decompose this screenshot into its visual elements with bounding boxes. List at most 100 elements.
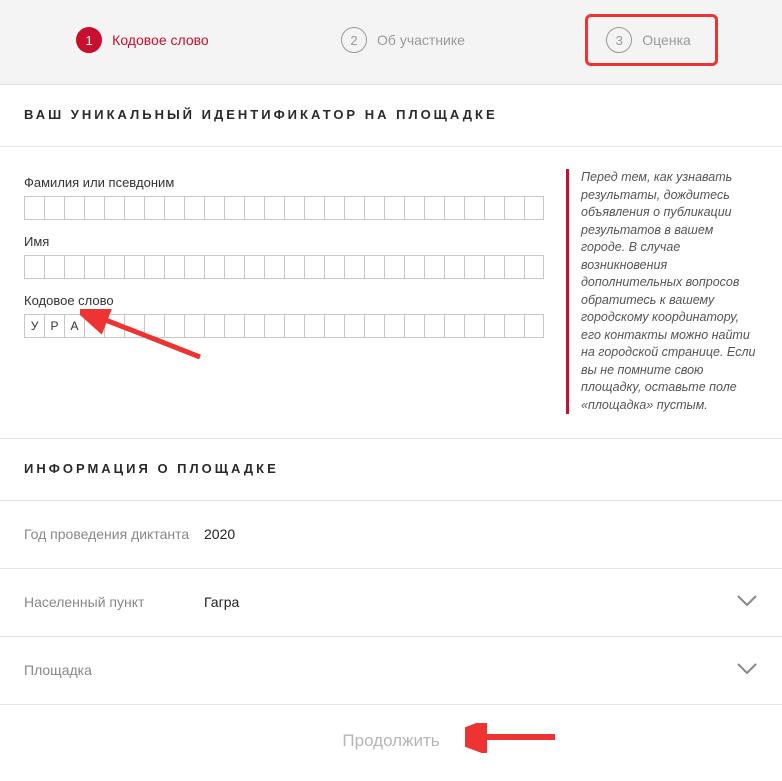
step-2-participant[interactable]: 2 Об участнике <box>329 21 477 59</box>
identifier-block: Фамилия или псевдоним Имя Кодовое слово … <box>0 147 782 439</box>
chevron-down-icon <box>736 662 758 679</box>
input-cell[interactable] <box>284 196 304 220</box>
input-cell[interactable] <box>144 196 164 220</box>
input-cell[interactable] <box>184 196 204 220</box>
input-cell[interactable] <box>464 314 484 338</box>
name-field: Имя <box>24 234 544 279</box>
input-cell[interactable] <box>384 255 404 279</box>
codeword-input[interactable]: УРА <box>24 314 544 338</box>
step-3-grade[interactable]: 3 Оценка <box>585 14 718 66</box>
input-cell[interactable] <box>104 314 124 338</box>
input-cell[interactable] <box>84 255 104 279</box>
input-cell[interactable] <box>44 196 64 220</box>
continue-button[interactable]: Продолжить <box>0 705 782 781</box>
step-1-codeword[interactable]: 1 Кодовое слово <box>64 21 221 59</box>
codeword-label: Кодовое слово <box>24 293 544 308</box>
input-cell[interactable] <box>224 314 244 338</box>
input-cell[interactable] <box>164 255 184 279</box>
input-cell[interactable] <box>84 196 104 220</box>
input-cell[interactable] <box>484 255 504 279</box>
input-cell[interactable] <box>64 255 84 279</box>
input-cell[interactable] <box>244 314 264 338</box>
input-cell[interactable] <box>404 314 424 338</box>
input-cell[interactable] <box>504 196 524 220</box>
input-cell[interactable] <box>204 314 224 338</box>
input-cell[interactable] <box>44 255 64 279</box>
input-cell[interactable] <box>324 196 344 220</box>
input-cell[interactable] <box>124 255 144 279</box>
input-cell[interactable] <box>524 255 544 279</box>
input-cell[interactable] <box>164 196 184 220</box>
input-cell[interactable] <box>524 314 544 338</box>
continue-label: Продолжить <box>342 731 439 750</box>
input-cell[interactable] <box>264 196 284 220</box>
input-cell[interactable] <box>444 255 464 279</box>
input-cell[interactable] <box>524 196 544 220</box>
input-cell[interactable] <box>124 314 144 338</box>
input-cell[interactable] <box>404 255 424 279</box>
input-cell[interactable] <box>144 314 164 338</box>
input-cell[interactable] <box>324 314 344 338</box>
surname-label: Фамилия или псевдоним <box>24 175 544 190</box>
city-row[interactable]: Населенный пункт Гагра <box>0 569 782 637</box>
input-cell[interactable] <box>304 255 324 279</box>
input-cell[interactable] <box>484 314 504 338</box>
input-cell[interactable] <box>104 255 124 279</box>
input-cell[interactable] <box>64 196 84 220</box>
input-cell[interactable] <box>164 314 184 338</box>
city-label: Населенный пункт <box>24 593 194 612</box>
input-cell[interactable] <box>244 255 264 279</box>
input-cell[interactable] <box>104 196 124 220</box>
input-cell[interactable] <box>384 196 404 220</box>
input-cell[interactable] <box>184 255 204 279</box>
input-cell[interactable] <box>344 196 364 220</box>
input-cell[interactable] <box>264 255 284 279</box>
input-cell[interactable] <box>144 255 164 279</box>
input-cell[interactable] <box>444 196 464 220</box>
input-cell[interactable] <box>424 196 444 220</box>
input-cell[interactable] <box>404 196 424 220</box>
chevron-down-icon <box>736 594 758 611</box>
input-cell[interactable] <box>24 196 44 220</box>
place-label: Площадка <box>24 661 194 680</box>
input-cell[interactable]: Р <box>44 314 64 338</box>
input-cell[interactable] <box>364 196 384 220</box>
input-cell[interactable] <box>464 196 484 220</box>
input-cell[interactable] <box>424 314 444 338</box>
input-cell[interactable] <box>364 314 384 338</box>
surname-input[interactable] <box>24 196 544 220</box>
input-cell[interactable] <box>464 255 484 279</box>
place-row[interactable]: Площадка <box>0 637 782 705</box>
input-cell[interactable] <box>444 314 464 338</box>
input-cell[interactable] <box>264 314 284 338</box>
annotation-arrow-continue <box>465 723 565 753</box>
input-cell[interactable] <box>304 314 324 338</box>
input-cell[interactable] <box>304 196 324 220</box>
input-cell[interactable] <box>244 196 264 220</box>
step-2-label: Об участнике <box>377 32 465 48</box>
input-cell[interactable] <box>204 255 224 279</box>
input-cell[interactable] <box>184 314 204 338</box>
input-cell[interactable] <box>284 314 304 338</box>
input-cell[interactable] <box>224 255 244 279</box>
input-cell[interactable] <box>384 314 404 338</box>
input-cell[interactable] <box>84 314 104 338</box>
year-label: Год проведения диктанта <box>24 525 194 544</box>
input-cell[interactable] <box>344 314 364 338</box>
input-cell[interactable] <box>484 196 504 220</box>
city-value: Гагра <box>194 594 736 610</box>
input-cell[interactable] <box>504 314 524 338</box>
input-cell[interactable] <box>124 196 144 220</box>
input-cell[interactable] <box>344 255 364 279</box>
input-cell[interactable] <box>324 255 344 279</box>
input-cell[interactable] <box>424 255 444 279</box>
input-cell[interactable] <box>364 255 384 279</box>
input-cell[interactable] <box>204 196 224 220</box>
input-cell[interactable] <box>224 196 244 220</box>
input-cell[interactable] <box>504 255 524 279</box>
input-cell[interactable] <box>24 255 44 279</box>
input-cell[interactable]: А <box>64 314 84 338</box>
input-cell[interactable] <box>284 255 304 279</box>
name-input[interactable] <box>24 255 544 279</box>
input-cell[interactable]: У <box>24 314 44 338</box>
